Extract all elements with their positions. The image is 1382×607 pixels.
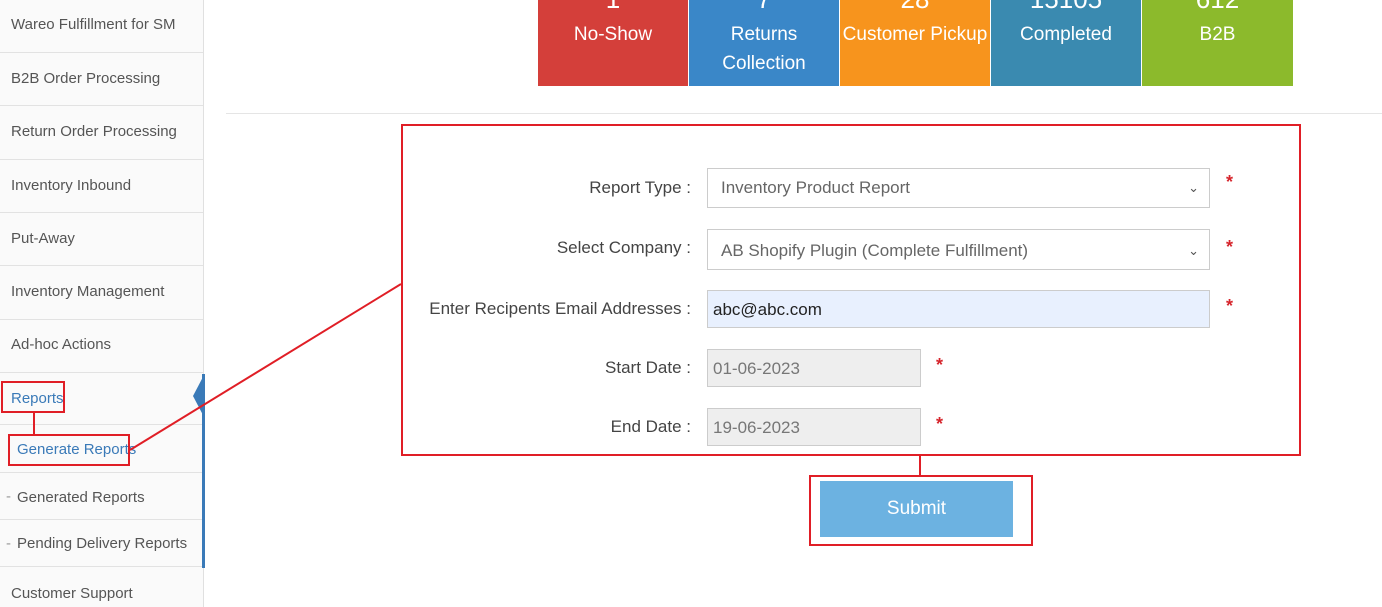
sidebar-item-inventory-management[interactable]: Inventory Management bbox=[0, 266, 203, 320]
tile-label: B2B bbox=[1199, 24, 1236, 45]
tile-label: Returns Collection bbox=[722, 24, 806, 74]
sidebar-item-label: Inventory Management bbox=[11, 283, 165, 300]
chevron-down-icon: ⌄ bbox=[1188, 180, 1199, 195]
sidebar-item-ad-hoc-actions[interactable]: Ad-hoc Actions bbox=[0, 320, 203, 373]
sidebar-item-label: B2B Order Processing bbox=[11, 70, 161, 87]
email-label: Enter Recipents Email Addresses : bbox=[429, 299, 691, 318]
required-marker: * bbox=[1226, 296, 1234, 316]
sidebar-subitem-label: Pending Delivery Reports bbox=[17, 535, 188, 552]
tile-label: Completed bbox=[1020, 24, 1112, 45]
tile-completed[interactable]: 15105 Completed bbox=[991, 0, 1141, 86]
tile-number: 7 bbox=[689, 0, 839, 12]
tile-b2b[interactable]: 612 B2B bbox=[1142, 0, 1293, 86]
company-value: AB Shopify Plugin (Complete Fulfillment) bbox=[721, 241, 1029, 260]
tile-label: No-Show bbox=[573, 24, 653, 45]
tile-label: Customer Pickup bbox=[842, 24, 988, 45]
sidebar-item-label: Inventory Inbound bbox=[11, 177, 132, 194]
report-type-value: Inventory Product Report bbox=[721, 178, 910, 197]
tile-customer-pickup[interactable]: 28 Customer Pickup bbox=[840, 0, 990, 86]
sidebar-subitem-generated-reports[interactable]: - Generated Reports bbox=[0, 473, 203, 520]
submit-button[interactable]: Submit bbox=[820, 481, 1013, 537]
chevron-down-icon: ⌄ bbox=[1188, 243, 1199, 258]
required-marker: * bbox=[936, 414, 944, 434]
email-input[interactable]: abc@abc.com bbox=[707, 290, 1210, 328]
end-date-label: End Date : bbox=[610, 417, 691, 436]
end-date-value: 19-06-2023 bbox=[713, 418, 800, 437]
tile-number: 28 bbox=[840, 0, 990, 12]
sidebar-item-b2b-order-processing[interactable]: B2B Order Processing bbox=[0, 53, 203, 106]
active-caret-icon bbox=[193, 375, 204, 417]
tile-number: 15105 bbox=[991, 0, 1141, 12]
sidebar-item-wareo-fulfillment[interactable]: Wareo Fulfillment for SM bbox=[0, 0, 203, 53]
sub-item-dash: - bbox=[6, 535, 11, 552]
sidebar-item-label: Ad-hoc Actions bbox=[11, 336, 112, 353]
required-marker: * bbox=[1226, 172, 1234, 192]
required-marker: * bbox=[1226, 237, 1234, 257]
generate-reports-highlight bbox=[8, 434, 130, 466]
sidebar-subitem-pending-delivery-reports[interactable]: - Pending Delivery Reports bbox=[0, 520, 203, 567]
start-date-input[interactable]: 01-06-2023 bbox=[707, 349, 921, 387]
start-date-value: 01-06-2023 bbox=[713, 359, 800, 378]
tile-number: 1 bbox=[538, 0, 688, 12]
end-date-input[interactable]: 19-06-2023 bbox=[707, 408, 921, 446]
email-value: abc@abc.com bbox=[713, 300, 822, 319]
sidebar-item-put-away[interactable]: Put-Away bbox=[0, 213, 203, 266]
company-select[interactable]: AB Shopify Plugin (Complete Fulfillment)… bbox=[707, 229, 1210, 270]
tile-number: 612 bbox=[1142, 0, 1293, 12]
sidebar-item-label: Customer Support bbox=[11, 585, 133, 602]
sidebar-subitem-label: Generated Reports bbox=[17, 489, 145, 506]
required-marker: * bbox=[936, 355, 944, 375]
sidebar-item-inventory-inbound[interactable]: Inventory Inbound bbox=[0, 160, 203, 213]
sidebar-item-customer-support[interactable]: Customer Support bbox=[0, 567, 203, 607]
start-date-label: Start Date : bbox=[605, 358, 691, 377]
tile-returns-collection[interactable]: 7 Returns Collection bbox=[689, 0, 839, 86]
sidebar: Wareo Fulfillment for SM B2B Order Proce… bbox=[0, 0, 204, 607]
sidebar-item-label: Put-Away bbox=[11, 230, 75, 247]
report-type-label: Report Type : bbox=[589, 178, 691, 197]
sidebar-item-label: Wareo Fulfillment for SM bbox=[11, 16, 176, 33]
divider bbox=[226, 113, 1382, 114]
tile-no-show[interactable]: 1 No-Show bbox=[538, 0, 688, 86]
company-label: Select Company : bbox=[556, 238, 691, 257]
sidebar-item-return-order-processing[interactable]: Return Order Processing bbox=[0, 106, 203, 160]
sidebar-item-label: Return Order Processing bbox=[11, 123, 177, 140]
sub-item-dash: - bbox=[6, 488, 11, 505]
report-type-select[interactable]: Inventory Product Report ⌄ bbox=[707, 168, 1210, 208]
reports-highlight bbox=[1, 381, 65, 413]
